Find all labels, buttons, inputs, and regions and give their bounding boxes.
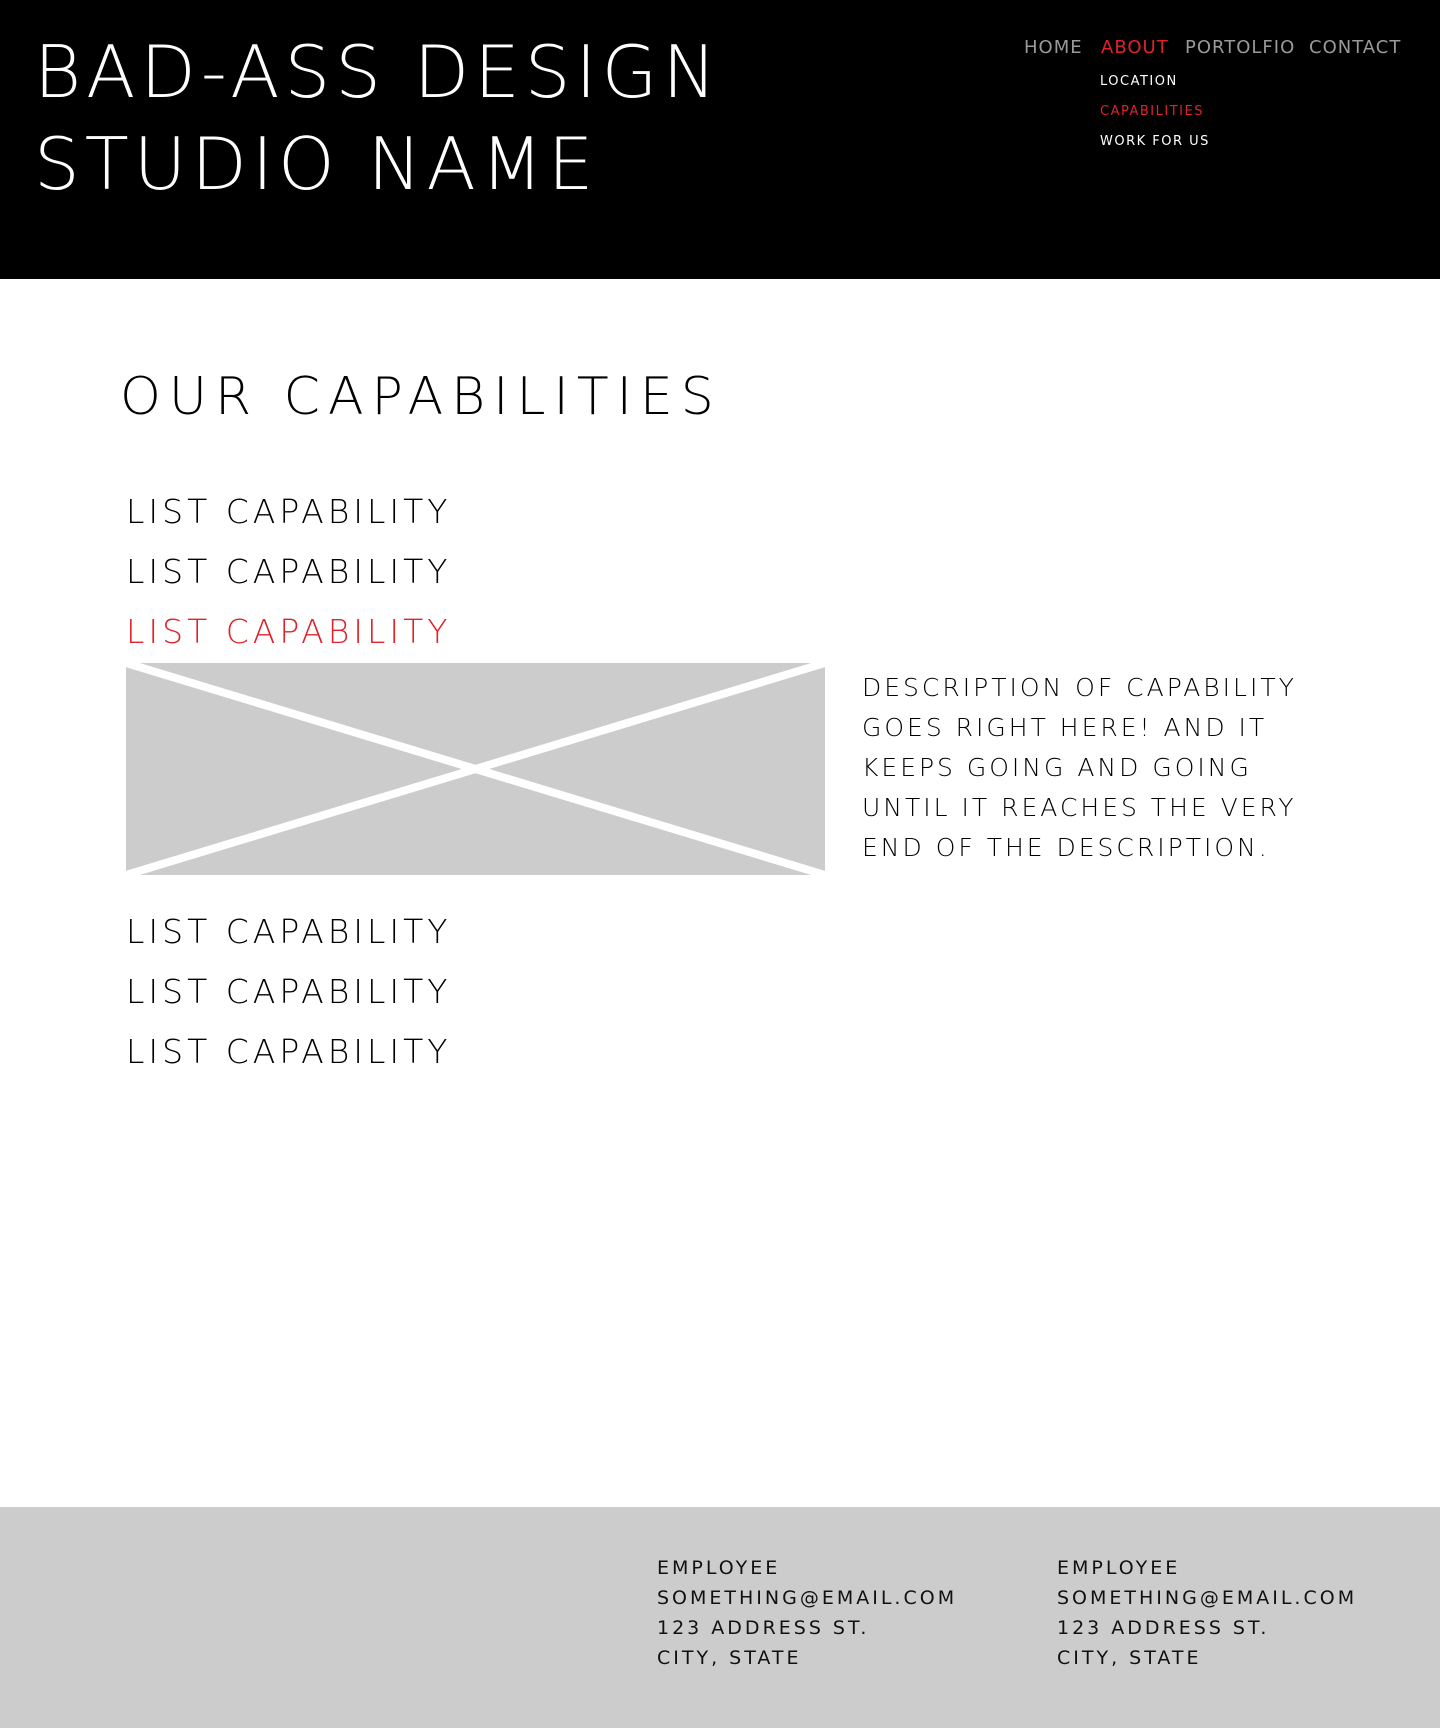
studio-name-line-1: BAD-ASS DESIGN: [34, 30, 722, 114]
capability-list-top: LIST CAPABILITY LIST CAPABILITY LIST CAP…: [126, 487, 451, 667]
image-placeholder-icon: [126, 663, 825, 875]
nav-home[interactable]: HOME: [1024, 37, 1083, 58]
contact-email[interactable]: SOMETHING@EMAIL.COM: [657, 1583, 957, 1613]
capability-item[interactable]: LIST CAPABILITY: [126, 967, 451, 1027]
subnav-location[interactable]: LOCATION: [1100, 72, 1210, 102]
contact-address: 123 ADDRESS ST.: [1057, 1617, 1270, 1639]
nav-about[interactable]: ABOUT: [1101, 37, 1169, 58]
capability-item[interactable]: LIST CAPABILITY: [126, 487, 451, 547]
contact-name: EMPLOYEE: [657, 1557, 781, 1579]
contact-city: CITY, STATE: [657, 1647, 802, 1669]
page-title: OUR CAPABILITIES: [120, 367, 722, 427]
about-subnav: LOCATION CAPABILITIES WORK FOR US: [1100, 72, 1210, 162]
contact-card: EMPLOYEE SOMETHING@EMAIL.COM 123 ADDRESS…: [657, 1553, 957, 1673]
image-placeholder-cross: [126, 663, 825, 875]
contact-email[interactable]: SOMETHING@EMAIL.COM: [1057, 1583, 1357, 1613]
contact-name: EMPLOYEE: [1057, 1557, 1181, 1579]
contact-address: 123 ADDRESS ST.: [657, 1617, 870, 1639]
capability-item[interactable]: LIST CAPABILITY: [126, 907, 451, 967]
subnav-capabilities[interactable]: CAPABILITIES: [1100, 102, 1210, 132]
site-footer: EMPLOYEE SOMETHING@EMAIL.COM 123 ADDRESS…: [0, 1507, 1440, 1728]
capability-item[interactable]: LIST CAPABILITY: [126, 547, 451, 607]
subnav-work-for-us[interactable]: WORK FOR US: [1100, 132, 1210, 162]
contact-city: CITY, STATE: [1057, 1647, 1202, 1669]
capability-list-bottom: LIST CAPABILITY LIST CAPABILITY LIST CAP…: [126, 907, 451, 1087]
contact-card: EMPLOYEE SOMETHING@EMAIL.COM 123 ADDRESS…: [1057, 1553, 1357, 1673]
studio-name[interactable]: BAD-ASS DESIGN STUDIO NAME: [34, 26, 754, 210]
site-header: BAD-ASS DESIGN STUDIO NAME HOME ABOUT PO…: [0, 0, 1440, 279]
capability-item-selected[interactable]: LIST CAPABILITY: [126, 607, 451, 667]
studio-name-line-2: STUDIO NAME: [34, 122, 599, 206]
capability-description: DESCRIPTION OF CAPABILITY GOES RIGHT HER…: [862, 673, 1297, 862]
nav-portfolio[interactable]: PORTOLFIO: [1185, 37, 1295, 58]
main-nav: HOME ABOUT PORTOLFIO CONTACT: [1024, 37, 1424, 63]
capability-item[interactable]: LIST CAPABILITY: [126, 1027, 451, 1087]
nav-contact[interactable]: CONTACT: [1309, 37, 1401, 58]
